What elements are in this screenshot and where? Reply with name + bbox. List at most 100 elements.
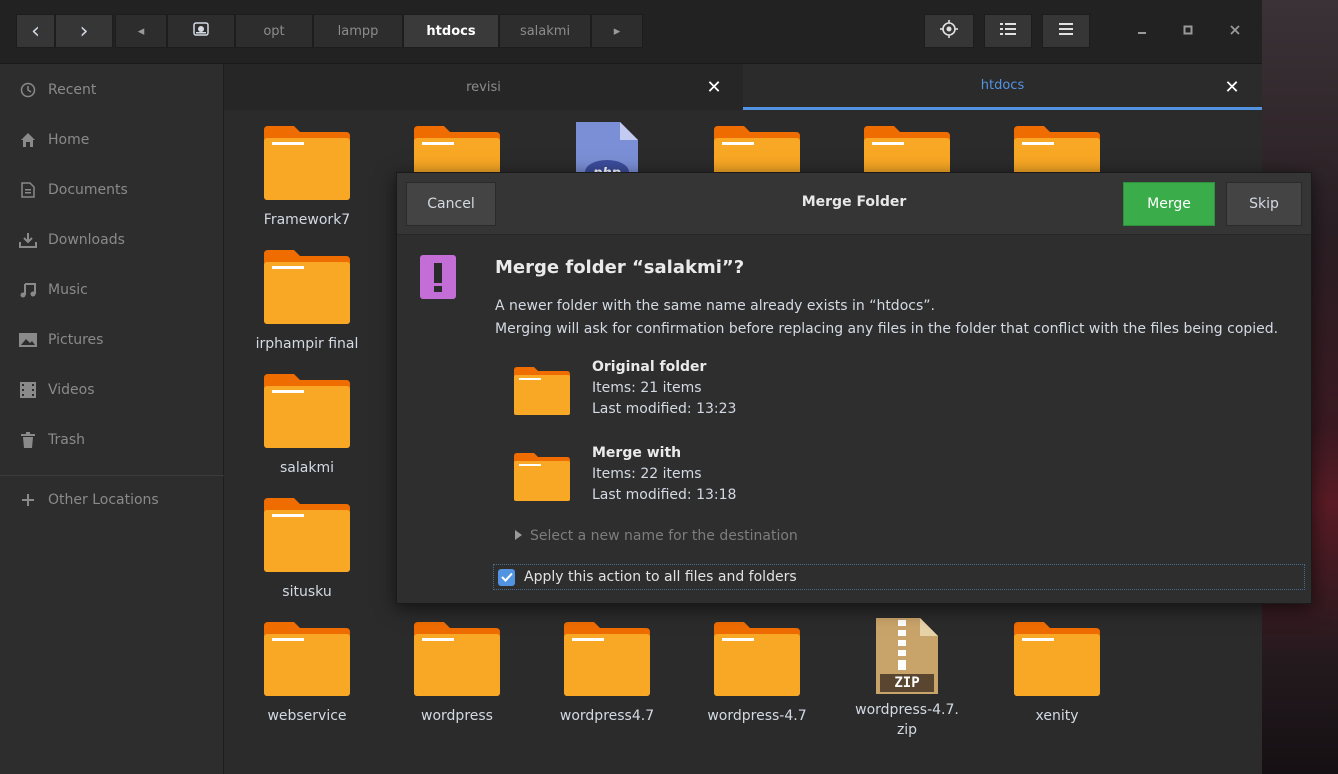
- location-button[interactable]: [924, 14, 974, 48]
- file-item[interactable]: xenity: [982, 622, 1132, 726]
- file-label: situsku: [282, 584, 332, 600]
- tab-htdocs[interactable]: htdocs: [743, 64, 1262, 110]
- sidebar-item-recent[interactable]: Recent: [0, 70, 224, 110]
- button-label: Skip: [1249, 196, 1279, 212]
- apply-all-checkbox[interactable]: [498, 568, 515, 586]
- file-manager-window: ‹ › ◂ opt lampp htdocs salakmi ▸ Recent …: [0, 0, 1312, 774]
- apply-all-checkbox-row[interactable]: Apply this action to all files and folde…: [493, 564, 1305, 590]
- zip-file-icon: ZIP: [874, 616, 940, 696]
- file-item[interactable]: salakmi: [232, 374, 382, 478]
- tab-close-button[interactable]: ✕: [699, 64, 729, 110]
- sidebar-item-home[interactable]: Home: [0, 120, 224, 160]
- path-label: salakmi: [519, 23, 571, 39]
- menu-button[interactable]: [1042, 14, 1090, 48]
- chevron-right-icon: ›: [79, 18, 89, 44]
- merge-folder-dialog: Cancel Merge Folder Merge Skip Merge fol…: [396, 172, 1312, 604]
- file-item[interactable]: Framework7: [232, 126, 382, 230]
- path-label: lampp: [337, 23, 379, 39]
- home-icon: [18, 131, 38, 149]
- back-button[interactable]: ‹: [16, 14, 55, 48]
- file-item[interactable]: irphampir final: [232, 250, 382, 354]
- sidebar-item-label: Recent: [48, 82, 97, 98]
- sidebar-item-label: Home: [48, 132, 90, 148]
- picture-icon: [18, 331, 38, 349]
- dialog-message-line2: Merging will ask for confirmation before…: [495, 321, 1279, 337]
- expander-label: Select a new name for the destination: [530, 528, 798, 544]
- close-window-button[interactable]: [1218, 14, 1252, 48]
- button-label: Merge: [1147, 196, 1191, 212]
- sidebar-item-trash[interactable]: Trash: [0, 420, 224, 460]
- forward-button[interactable]: ›: [55, 14, 113, 48]
- original-folder-info: Original folder Items: 21 items Last mod…: [592, 357, 736, 420]
- tab-revisi[interactable]: revisi: [224, 64, 743, 110]
- close-icon: ✕: [1224, 76, 1240, 98]
- plus-icon: [18, 491, 38, 509]
- original-folder-items: Items: 21 items: [592, 380, 702, 396]
- sidebar-item-downloads[interactable]: Downloads: [0, 220, 224, 260]
- path-label: opt: [263, 23, 285, 39]
- merge-with-items: Items: 22 items: [592, 466, 702, 482]
- music-icon: [18, 281, 38, 299]
- file-label: wordpress4.7: [559, 708, 655, 724]
- triangle-right-icon: [515, 528, 522, 544]
- folder-icon: [514, 367, 570, 419]
- original-folder-title: Original folder: [592, 359, 707, 375]
- maximize-button[interactable]: [1171, 14, 1205, 48]
- folder-icon: [714, 622, 800, 696]
- path-scroll-right-button[interactable]: ▸: [591, 14, 643, 48]
- file-item[interactable]: wordpress4.7: [532, 622, 682, 726]
- hamburger-icon: [1059, 23, 1073, 39]
- folder-icon: [414, 622, 500, 696]
- file-item[interactable]: webservice: [232, 622, 382, 726]
- file-label: webservice: [267, 708, 347, 724]
- path-root-button[interactable]: [167, 14, 235, 48]
- trash-icon: [18, 431, 38, 449]
- sidebar-item-pictures[interactable]: Pictures: [0, 320, 224, 360]
- sidebar-item-videos[interactable]: Videos: [0, 370, 224, 410]
- minimize-button[interactable]: [1125, 14, 1159, 48]
- sidebar-item-label: Trash: [48, 432, 85, 448]
- folder-icon: [1014, 622, 1100, 696]
- sidebar-item-music[interactable]: Music: [0, 270, 224, 310]
- minimize-icon: [1137, 23, 1147, 39]
- list-view-button[interactable]: [984, 14, 1032, 48]
- close-icon: [1230, 23, 1240, 39]
- file-label: wordpress-4.7. zip: [855, 702, 959, 738]
- tab-label: revisi: [466, 79, 501, 95]
- sidebar-item-label: Music: [48, 282, 88, 298]
- file-item[interactable]: wordpress: [382, 622, 532, 726]
- folder-icon: [264, 498, 350, 572]
- video-icon: [18, 381, 38, 399]
- sidebar-item-label: Documents: [48, 182, 128, 198]
- close-icon: ✕: [706, 76, 722, 98]
- folder-icon: [264, 622, 350, 696]
- maximize-icon: [1183, 23, 1193, 39]
- path-segment-opt[interactable]: opt: [235, 14, 313, 48]
- path-segment-lampp[interactable]: lampp: [313, 14, 403, 48]
- merge-button[interactable]: Merge: [1123, 182, 1215, 226]
- file-item[interactable]: ZIP wordpress-4.7. zip: [832, 616, 982, 740]
- tab-close-button[interactable]: ✕: [1217, 64, 1247, 110]
- sidebar: Recent Home Documents Downloads Music Pi…: [0, 64, 224, 774]
- dialog-header: Cancel Merge Folder Merge Skip: [397, 173, 1311, 235]
- sidebar-item-other-locations[interactable]: Other Locations: [0, 480, 224, 520]
- folder-icon: [264, 250, 350, 324]
- tab-label: htdocs: [980, 78, 1025, 93]
- file-label: wordpress: [421, 708, 493, 724]
- file-label: wordpress-4.7: [707, 708, 807, 724]
- file-item[interactable]: situsku: [232, 498, 382, 602]
- chevron-left-icon: ‹: [31, 18, 40, 44]
- skip-button[interactable]: Skip: [1226, 182, 1302, 226]
- sidebar-item-documents[interactable]: Documents: [0, 170, 224, 210]
- zip-label: ZIP: [894, 675, 920, 691]
- apply-all-label: Apply this action to all files and folde…: [524, 569, 797, 585]
- original-folder-modified: Last modified: 13:23: [592, 401, 737, 417]
- rename-expander[interactable]: Select a new name for the destination: [515, 528, 798, 544]
- file-item[interactable]: wordpress-4.7: [682, 622, 832, 726]
- clock-icon: [18, 81, 38, 99]
- file-label: salakmi: [280, 460, 334, 476]
- path-segment-salakmi[interactable]: salakmi: [499, 14, 591, 48]
- path-scroll-left-button[interactable]: ◂: [115, 14, 167, 48]
- path-segment-htdocs[interactable]: htdocs: [403, 14, 499, 48]
- folder-icon: [514, 453, 570, 505]
